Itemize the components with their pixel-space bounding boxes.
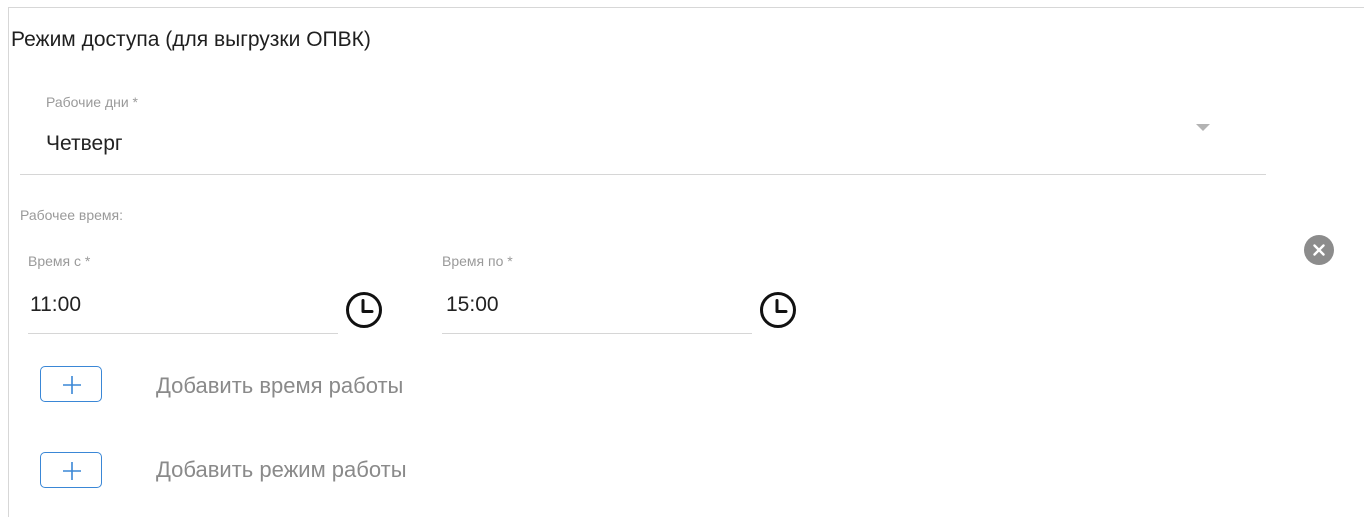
clock-icon[interactable] xyxy=(758,290,798,330)
work-days-value[interactable]: Четверг xyxy=(46,132,123,156)
triangle-down-icon[interactable] xyxy=(1196,124,1210,131)
add-time-label[interactable]: Добавить время работы xyxy=(156,373,403,399)
work-days-underline xyxy=(20,174,1266,175)
time-to-label: Время по * xyxy=(442,253,513,269)
time-from-label: Время с * xyxy=(28,253,91,269)
time-from-value[interactable]: 11:00 xyxy=(30,293,81,317)
add-mode-button[interactable] xyxy=(40,452,102,488)
work-time-label: Рабочее время: xyxy=(20,207,124,223)
close-circle-icon[interactable] xyxy=(1304,235,1334,265)
time-to-value[interactable]: 15:00 xyxy=(446,293,499,317)
add-mode-label[interactable]: Добавить режим работы xyxy=(156,457,407,483)
page-frame xyxy=(8,7,1364,517)
work-days-label: Рабочие дни * xyxy=(46,94,139,110)
clock-icon[interactable] xyxy=(344,290,384,330)
add-time-button[interactable] xyxy=(40,366,102,402)
section-title: Режим доступа (для выгрузки ОПВК) xyxy=(11,28,371,51)
time-from-underline xyxy=(28,333,338,334)
time-to-underline xyxy=(442,333,752,334)
plus-icon xyxy=(63,462,81,480)
plus-icon xyxy=(63,376,81,394)
